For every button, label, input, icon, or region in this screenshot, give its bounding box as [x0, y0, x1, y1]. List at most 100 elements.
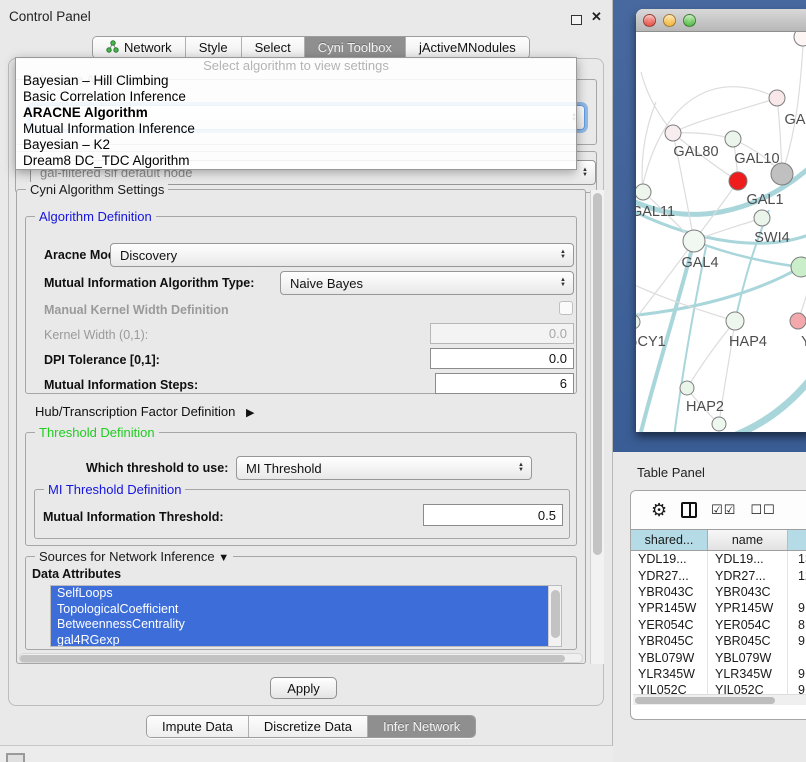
network-edge[interactable] — [735, 210, 769, 321]
float-panel-icon[interactable] — [571, 15, 582, 25]
attribute-item-gal4rgexp[interactable]: gal4RGexp — [51, 633, 561, 648]
collapse-down-arrow-icon: ▼ — [218, 552, 229, 564]
cyni-algorithm-settings-title: Cyni Algorithm Settings — [26, 182, 168, 197]
table-row[interactable]: YBL079W YBL079W — [631, 649, 806, 665]
node-label: HAP2 — [686, 399, 724, 415]
network-node-hap2[interactable] — [680, 381, 694, 395]
table-horizontal-scrollbar[interactable] — [633, 694, 806, 705]
column-header-name[interactable]: name — [708, 530, 788, 550]
network-edge[interactable] — [673, 133, 733, 139]
settings-horizontal-scrollbar[interactable] — [19, 653, 583, 663]
table-row[interactable]: YPR145W YPR145W 9. — [631, 600, 806, 616]
network-node-gcy1[interactable] — [636, 315, 640, 329]
column-header-shared[interactable]: shared... — [631, 530, 708, 550]
list-scrollbar[interactable] — [548, 586, 561, 647]
sources-group-title[interactable]: Sources for Network Inference ▼ — [35, 549, 233, 564]
mi-type-combo[interactable]: Naive Bayes ▲▼ — [280, 271, 574, 295]
dropdown-item-bayesian-hill-climbing[interactable]: Bayesian – Hill Climbing — [16, 73, 576, 89]
tab-impute-data[interactable]: Impute Data — [147, 716, 249, 737]
cell-shared-name: YPR145W — [631, 600, 708, 616]
network-window-titlebar[interactable] — [636, 9, 806, 32]
table-row[interactable]: YLR345W YLR345W 9. — [631, 666, 806, 682]
table-row[interactable]: YER054C YER054C 8. — [631, 617, 806, 633]
show-columns-icon[interactable]: ☑☑ — [711, 502, 736, 518]
hub-definition-label: Hub/Transcription Factor Definition — [35, 404, 235, 419]
gear-icon[interactable]: ⚙ — [651, 500, 667, 521]
network-edge[interactable] — [782, 46, 803, 174]
columns-icon[interactable] — [681, 502, 697, 518]
apply-button-label: Apply — [287, 681, 320, 696]
hub-definition-expander[interactable]: Hub/Transcription Factor Definition ▶ — [35, 404, 254, 419]
node-label: GAL1 — [746, 192, 783, 208]
cell-shared-name: YBR043C — [631, 584, 708, 600]
table-row[interactable]: YBR043C YBR043C — [631, 584, 806, 600]
attribute-item-betweennesscentrality[interactable]: BetweennessCentrality — [51, 617, 561, 633]
tab-network[interactable]: Network — [93, 37, 186, 58]
network-node-gal80[interactable] — [665, 125, 681, 141]
attribute-item-selfloops[interactable]: SelfLoops — [51, 586, 561, 602]
network-node-bottom[interactable] — [712, 417, 726, 431]
control-panel-tabs: Network Style Select Cyni Toolbox jActiv… — [92, 36, 530, 59]
network-edge[interactable] — [636, 282, 735, 321]
cell-name: YPR145W — [708, 600, 788, 616]
settings-vertical-scrollbar[interactable] — [590, 190, 604, 664]
mi-steps-field[interactable] — [435, 373, 574, 394]
apply-button[interactable]: Apply — [270, 677, 337, 699]
cell-value: 12 — [788, 567, 806, 583]
close-panel-icon[interactable]: ✕ — [591, 9, 602, 25]
dropdown-item-dream8[interactable]: Dream8 DC_TDC Algorithm — [16, 153, 576, 169]
network-view-window[interactable]: GAL GAL80 GAL10 GAL1 GAL11 SWI4 GAL4 GCY… — [636, 9, 806, 432]
combo-stepper-icon: ▲▼ — [560, 250, 566, 260]
tab-discretize-data[interactable]: Discretize Data — [249, 716, 368, 737]
network-node-gal4[interactable] — [683, 230, 705, 252]
tab-style[interactable]: Style — [186, 37, 242, 58]
window-zoom-icon[interactable] — [683, 14, 696, 27]
which-threshold-combo[interactable]: MI Threshold ▲▼ — [236, 456, 532, 480]
network-edge[interactable] — [643, 87, 777, 184]
table-row[interactable]: YDL19... YDL19... 13 — [631, 551, 806, 567]
network-edge[interactable] — [636, 267, 801, 316]
window-minimize-icon[interactable] — [663, 14, 676, 27]
network-node-green[interactable] — [791, 257, 806, 277]
kernel-width-field[interactable] — [430, 323, 574, 344]
network-node-gal[interactable] — [769, 90, 785, 106]
tab-infer-network[interactable]: Infer Network — [368, 716, 475, 737]
dpi-tolerance-field[interactable] — [430, 348, 574, 369]
node-label: SWI4 — [754, 230, 789, 246]
network-node-gal1[interactable] — [729, 172, 747, 190]
collapsed-panel-button[interactable] — [6, 753, 25, 762]
network-node-gal11[interactable] — [636, 184, 651, 200]
network-graph[interactable]: GAL GAL80 GAL10 GAL1 GAL11 SWI4 GAL4 GCY… — [636, 32, 806, 432]
network-edge[interactable] — [687, 321, 735, 388]
node-label: GAL11 — [636, 204, 675, 220]
network-node-hap4[interactable] — [726, 312, 744, 330]
expand-right-arrow-icon: ▶ — [246, 407, 254, 419]
tab-jactivemnodules[interactable]: jActiveMNodules — [406, 37, 529, 58]
aracne-mode-combo[interactable]: Discovery ▲▼ — [110, 243, 574, 267]
dropdown-item-mutual-information[interactable]: Mutual Information Inference — [16, 121, 576, 137]
table-row[interactable]: YBR045C YBR045C 9. — [631, 633, 806, 649]
tab-cyni-toolbox[interactable]: Cyni Toolbox — [305, 37, 406, 58]
cell-name: YDR27... — [708, 567, 788, 583]
node-label: GAL — [784, 112, 806, 128]
column-header-third[interactable] — [788, 530, 806, 550]
manual-kernel-checkbox[interactable] — [559, 301, 573, 315]
tab-select[interactable]: Select — [242, 37, 305, 58]
cell-value: 13 — [788, 551, 806, 567]
window-close-icon[interactable] — [643, 14, 656, 27]
network-node-gal10[interactable] — [725, 131, 741, 147]
attribute-item-topologicalcoefficient[interactable]: TopologicalCoefficient — [51, 602, 561, 618]
network-node[interactable] — [794, 32, 806, 46]
network-node-swi4[interactable] — [754, 210, 770, 226]
network-node-y[interactable] — [790, 313, 806, 329]
hide-columns-icon[interactable]: ☐☐ — [750, 502, 775, 518]
dropdown-item-basic-correlation[interactable]: Basic Correlation Inference — [16, 89, 576, 105]
dropdown-item-bayesian-k2[interactable]: Bayesian – K2 — [16, 137, 576, 153]
dropdown-item-aracne[interactable]: ARACNE Algorithm — [16, 105, 576, 121]
node-label: Y — [801, 334, 806, 350]
network-edge[interactable] — [673, 98, 777, 133]
network-edge[interactable] — [716, 372, 806, 432]
table-row[interactable]: YDR27... YDR27... 12 — [631, 567, 806, 583]
table-body: YDL19... YDL19... 13 YDR27... YDR27... 1… — [631, 551, 806, 699]
mi-threshold-field[interactable] — [423, 504, 563, 526]
